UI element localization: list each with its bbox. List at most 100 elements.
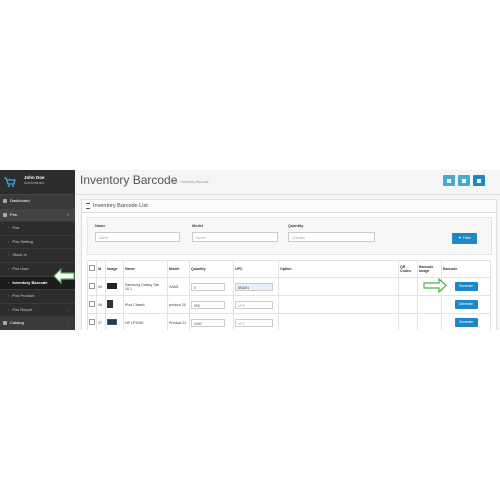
filter-quantity-input[interactable]: Quantity xyxy=(288,232,375,242)
image-cell xyxy=(105,277,124,296)
upc-input[interactable]: 8SAM1 xyxy=(235,282,273,291)
sidebar-item-pos-setting[interactable]: › Pos Setting xyxy=(0,236,75,250)
print-barcode-button[interactable] xyxy=(443,175,455,186)
column-header[interactable]: Id xyxy=(96,260,106,278)
download-icon xyxy=(462,178,466,183)
quantity-input[interactable]: 995 xyxy=(191,300,225,309)
sidebar-item-label: Pos xyxy=(10,211,17,217)
chevron-right-icon: › xyxy=(8,306,10,312)
qr-code-cell xyxy=(398,295,418,314)
filter-button[interactable]: ▼ Filter xyxy=(452,233,477,244)
sidebar-item-dashboard[interactable]: Dashboard xyxy=(0,195,75,209)
sidebar-item-label: Stock In xyxy=(12,252,27,258)
upc-input[interactable]: UPC xyxy=(235,300,273,309)
upc-cell: UPC xyxy=(233,295,279,314)
panel-title: Inventory Barcode List xyxy=(93,203,148,209)
quantity-input[interactable]: 0 xyxy=(191,282,225,291)
sidebar-item-label: Pos Product xyxy=(12,293,35,299)
generate-button[interactable]: Generate xyxy=(454,282,478,291)
id-cell: 47 xyxy=(96,313,106,330)
option-cell xyxy=(278,295,399,314)
annotation-arrow-left-icon xyxy=(53,268,75,284)
page-title: Inventory Barcode xyxy=(80,173,178,187)
row-select-cell xyxy=(87,277,97,296)
column-header: UPC xyxy=(233,260,279,278)
dashboard-icon xyxy=(3,198,7,203)
chevron-right-icon: › xyxy=(8,279,10,285)
filter-model-input[interactable]: Model xyxy=(192,232,278,242)
barcode-image-cell xyxy=(417,295,442,314)
row-checkbox[interactable] xyxy=(89,301,95,307)
generate-button[interactable]: Generate xyxy=(454,300,478,309)
product-thumbnail xyxy=(107,300,113,308)
option-cell xyxy=(278,313,399,330)
user-name: John Doe xyxy=(24,175,45,180)
name-cell: Samsung Galaxy Tab 10.1 xyxy=(123,277,168,296)
column-header: QR Codes xyxy=(398,260,418,278)
sidebar-item-pos-product[interactable]: › Pos Product xyxy=(0,290,75,304)
app-window: John Doe Administrator Dashboard Pos ▾ ›… xyxy=(0,170,500,330)
panel-heading: Inventory Barcode List xyxy=(82,200,496,213)
sidebar-item-label: Pos xyxy=(12,225,20,231)
filter-name-input[interactable]: Name xyxy=(95,232,180,242)
breadcrumb: Home › Inventory Barcode xyxy=(169,180,209,184)
breadcrumb-separator: › xyxy=(179,180,181,184)
row-checkbox[interactable] xyxy=(89,319,95,325)
print-icon xyxy=(447,178,451,183)
sidebar-item-catalog[interactable]: Catalog ‹ xyxy=(0,317,75,330)
breadcrumb-home[interactable]: Home xyxy=(169,180,178,184)
user-role: Administrator xyxy=(24,181,45,185)
annotation-arrow-right-icon xyxy=(423,278,447,293)
row-checkbox[interactable] xyxy=(89,283,95,289)
model-cell: SAM1 xyxy=(167,277,190,296)
breadcrumb-current[interactable]: Inventory Barcode xyxy=(181,180,209,184)
page-header: Inventory Barcode Home › Inventory Barco… xyxy=(75,170,500,195)
filter-box: Name Name Model Model Quantity Quantity … xyxy=(87,217,492,255)
name-cell: HP LP3065 xyxy=(123,313,168,330)
name-cell: iPod Classic xyxy=(123,295,168,314)
main-content: Inventory Barcode Home › Inventory Barco… xyxy=(75,170,500,330)
image-cell xyxy=(105,295,124,314)
sidebar-item-stock-in[interactable]: › Stock In xyxy=(0,249,75,263)
column-header[interactable]: Model xyxy=(167,260,190,278)
generate-button[interactable]: Generate xyxy=(454,318,478,327)
row-select-cell xyxy=(87,295,97,314)
filter-quantity-label: Quantity xyxy=(288,224,304,228)
select-all-checkbox[interactable] xyxy=(89,265,95,272)
model-cell: Product 21 xyxy=(167,313,190,330)
quantity-cell: 1000 xyxy=(189,313,234,330)
chevron-right-icon: › xyxy=(8,265,10,271)
id-cell: 48 xyxy=(96,295,106,314)
qr-code-cell xyxy=(398,277,418,296)
download-button[interactable] xyxy=(458,175,470,186)
sidebar-item-pos-report[interactable]: › Pos Report ‹ xyxy=(0,304,75,318)
filter-model-label: Model xyxy=(192,224,203,228)
list-icon xyxy=(86,202,90,209)
refresh-button[interactable] xyxy=(473,175,485,186)
sidebar-item-pos-group[interactable]: Pos ▾ xyxy=(0,208,75,223)
cart-logo-icon xyxy=(4,177,16,187)
column-header: Option xyxy=(278,260,399,278)
tag-icon xyxy=(3,321,7,326)
product-thumbnail xyxy=(107,319,117,325)
upc-cell: 8SAM1 xyxy=(233,277,279,296)
sidebar-item-label: Pos Setting xyxy=(12,238,33,244)
chevron-right-icon: › xyxy=(8,252,10,258)
chevron-right-icon: › xyxy=(8,293,10,299)
upc-cell: UPC xyxy=(233,313,279,330)
sidebar-item-pos[interactable]: › Pos xyxy=(0,222,75,236)
upc-input[interactable]: UPC xyxy=(235,318,273,327)
table-row: 48 iPod Classic product 20 995 UPC Gener… xyxy=(87,295,491,314)
qr-code-cell xyxy=(398,313,418,330)
quantity-input[interactable]: 1000 xyxy=(191,318,225,327)
chevron-right-icon: › xyxy=(8,238,10,244)
column-header: Barcode Image xyxy=(417,260,442,278)
column-header[interactable]: Name xyxy=(123,260,168,278)
column-header: Image xyxy=(105,260,124,278)
barcode-cell: Generate xyxy=(441,313,491,330)
column-header[interactable]: Quantity xyxy=(189,260,234,278)
barcode-list-panel: Inventory Barcode List Name Name Model M… xyxy=(81,199,497,330)
cart-icon xyxy=(3,212,7,217)
barcode-cell: Generate xyxy=(441,295,491,314)
refresh-icon xyxy=(477,178,481,183)
